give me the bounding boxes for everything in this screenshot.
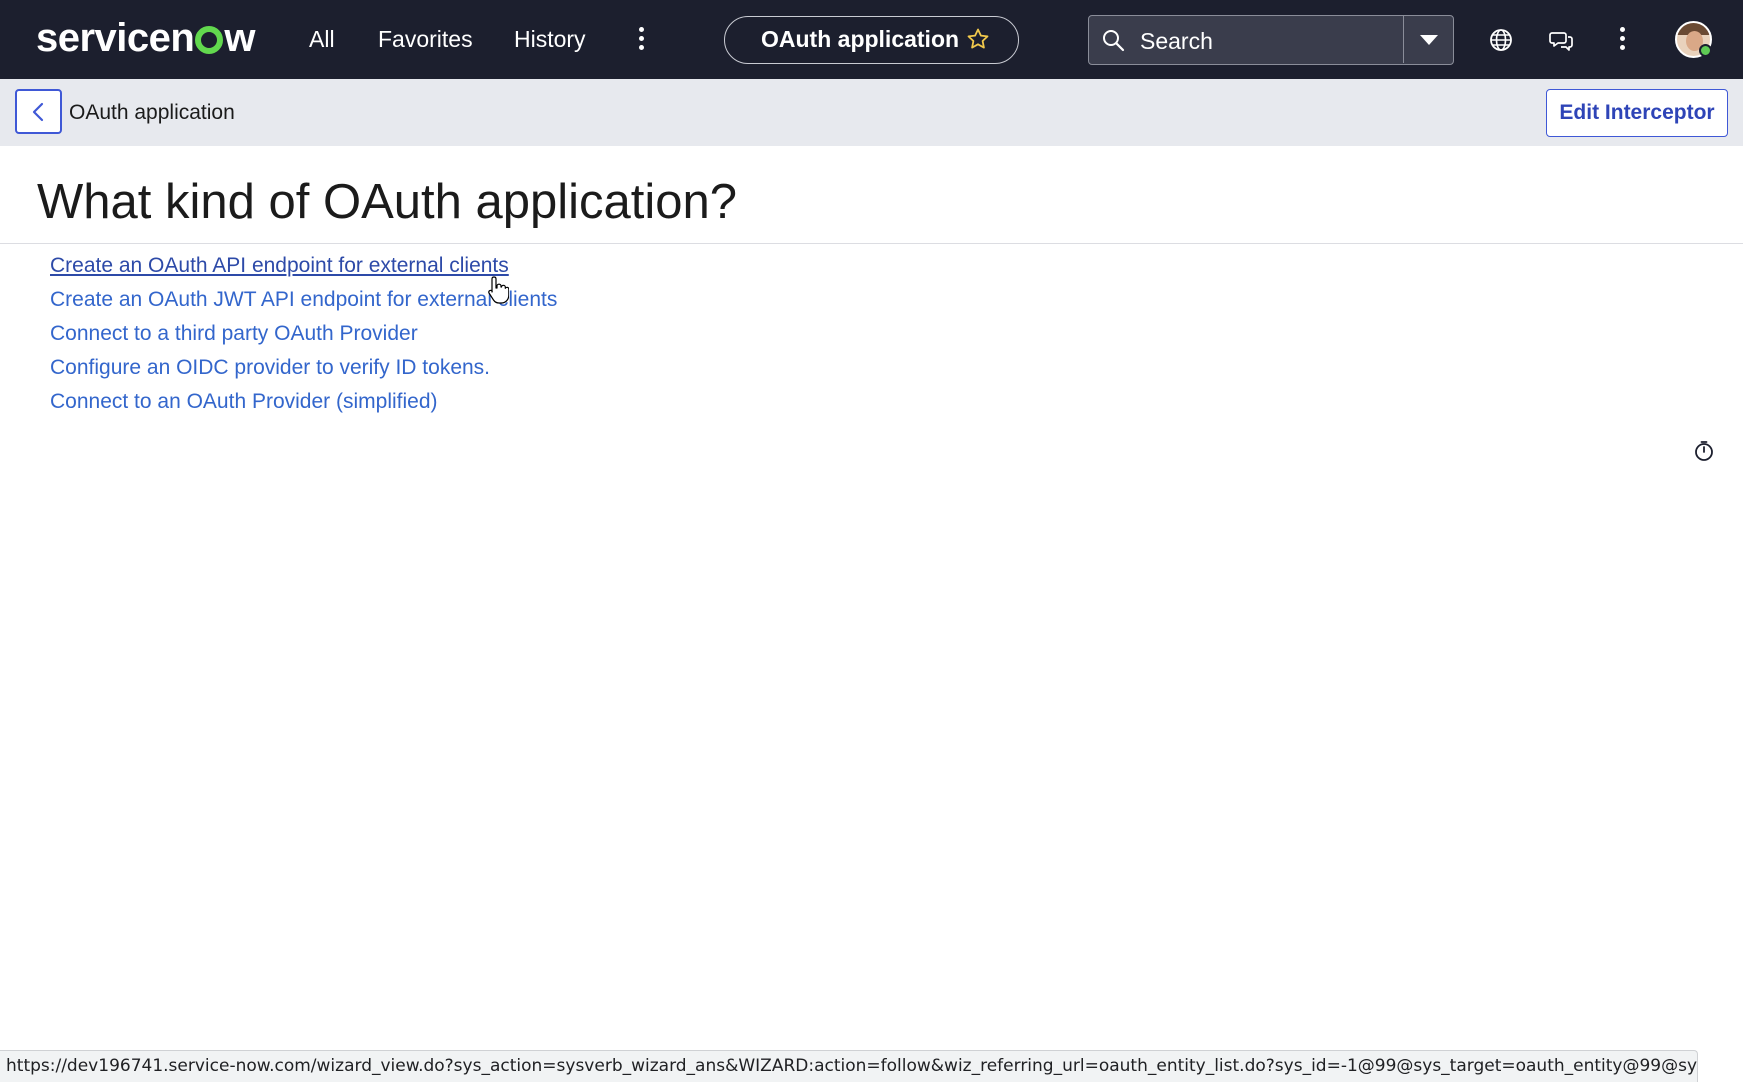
pointer-cursor-icon (488, 276, 509, 304)
option-oauth-api-endpoint-link[interactable]: Create an OAuth API endpoint for externa… (50, 254, 509, 277)
option-simplified-provider-link[interactable]: Connect to an OAuth Provider (simplified… (50, 390, 438, 413)
more-vertical-icon[interactable] (1619, 27, 1625, 51)
chevron-down-icon (1420, 35, 1438, 45)
form-header: OAuth application Edit Interceptor (0, 79, 1743, 146)
list-item: Connect to an OAuth Provider (simplified… (50, 388, 557, 422)
chat-icon[interactable] (1549, 28, 1573, 52)
search-scope-dropdown[interactable] (1403, 16, 1453, 63)
search-icon (1103, 30, 1125, 52)
nav-history[interactable]: History (514, 24, 586, 54)
nav-favorites[interactable]: Favorites (378, 24, 473, 54)
form-title: OAuth application (69, 101, 235, 124)
edit-interceptor-button[interactable]: Edit Interceptor (1546, 89, 1728, 137)
list-item: Create an OAuth JWT API endpoint for ext… (50, 286, 557, 320)
page-title: OAuth application (761, 26, 960, 52)
globe-icon[interactable] (1489, 28, 1513, 52)
list-item: Configure an OIDC provider to verify ID … (50, 354, 557, 388)
oauth-type-options: Create an OAuth API endpoint for externa… (50, 252, 557, 422)
list-item: Connect to a third party OAuth Provider (50, 320, 557, 354)
star-icon[interactable] (966, 27, 990, 51)
online-status-badge (1699, 44, 1712, 57)
page-title-pill[interactable]: OAuth application (724, 16, 1019, 64)
global-search[interactable]: Search (1088, 15, 1454, 65)
option-third-party-provider-link[interactable]: Connect to a third party OAuth Provider (50, 322, 418, 345)
option-oauth-jwt-api-endpoint-link[interactable]: Create an OAuth JWT API endpoint for ext… (50, 288, 557, 311)
list-item: Create an OAuth API endpoint for externa… (50, 252, 557, 286)
top-navigation: servicen w All Favorites History OAuth ap… (0, 0, 1743, 79)
search-input[interactable]: Search (1140, 27, 1213, 55)
back-button[interactable] (15, 89, 62, 134)
option-oidc-provider-link[interactable]: Configure an OIDC provider to verify ID … (50, 356, 490, 379)
back-arrow-icon (32, 102, 44, 122)
more-vertical-icon[interactable] (638, 27, 644, 51)
status-url-bar: https://dev196741.service-now.com/wizard… (0, 1050, 1698, 1082)
timer-icon[interactable] (1693, 440, 1715, 462)
nav-all[interactable]: All (309, 24, 335, 54)
page-heading: What kind of OAuth application? (37, 175, 738, 229)
divider (0, 243, 1743, 244)
servicenow-logo[interactable]: servicen w (36, 14, 255, 62)
